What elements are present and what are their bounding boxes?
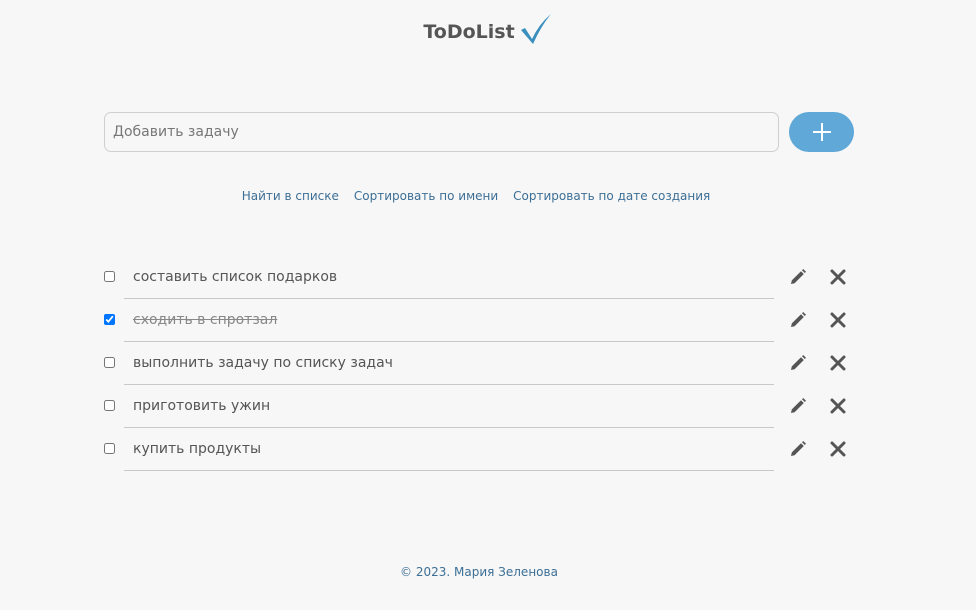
task-label: составить список подарков bbox=[133, 269, 338, 285]
pencil-icon bbox=[791, 312, 806, 327]
add-task-input[interactable] bbox=[104, 112, 779, 152]
checkmark-icon bbox=[520, 14, 551, 44]
edit-task-button[interactable] bbox=[788, 353, 808, 373]
delete-task-button[interactable] bbox=[828, 396, 848, 416]
pencil-icon bbox=[791, 441, 806, 456]
edit-task-button[interactable] bbox=[788, 396, 808, 416]
add-task-button[interactable] bbox=[789, 112, 854, 152]
add-task-form bbox=[104, 112, 854, 152]
task-row: составить список подарков bbox=[104, 256, 864, 299]
close-icon bbox=[830, 398, 846, 414]
footer-copyright: © 2023. Мария Зеленова bbox=[400, 565, 558, 579]
close-icon bbox=[830, 269, 846, 285]
task-label: сходить в спротзал bbox=[133, 312, 278, 328]
sort-by-name-link[interactable]: Сортировать по имени bbox=[354, 189, 498, 203]
edit-task-button[interactable] bbox=[788, 439, 808, 459]
plus-icon bbox=[812, 123, 831, 141]
app-title: ToDoList bbox=[423, 21, 515, 43]
delete-task-button[interactable] bbox=[828, 267, 848, 287]
task-checkbox[interactable] bbox=[104, 271, 115, 282]
task-row: приготовить ужин bbox=[104, 385, 864, 428]
task-label: выполнить задачу по списку задач bbox=[133, 355, 393, 371]
close-icon bbox=[830, 312, 846, 328]
task-checkbox[interactable] bbox=[104, 357, 115, 368]
task-row: купить продукты bbox=[104, 428, 864, 471]
task-label: приготовить ужин bbox=[133, 398, 271, 414]
task-row: выполнить задачу по списку задач bbox=[104, 342, 864, 385]
sort-by-date-link[interactable]: Сортировать по дате создания bbox=[513, 189, 710, 203]
task-checkbox[interactable] bbox=[104, 314, 115, 325]
task-list: составить список подарков сходить в спро… bbox=[104, 256, 864, 471]
delete-task-button[interactable] bbox=[828, 310, 848, 330]
task-divider bbox=[124, 470, 774, 471]
pencil-icon bbox=[791, 398, 806, 413]
list-actions: Найти в списке Сортировать по имени Сорт… bbox=[0, 189, 952, 203]
app-header: ToDoList bbox=[0, 6, 976, 46]
task-checkbox[interactable] bbox=[104, 443, 115, 454]
search-list-link[interactable]: Найти в списке bbox=[242, 189, 339, 203]
edit-task-button[interactable] bbox=[788, 267, 808, 287]
pencil-icon bbox=[791, 269, 806, 284]
delete-task-button[interactable] bbox=[828, 353, 848, 373]
task-row: сходить в спротзал bbox=[104, 299, 864, 342]
edit-task-button[interactable] bbox=[788, 310, 808, 330]
pencil-icon bbox=[791, 355, 806, 370]
delete-task-button[interactable] bbox=[828, 439, 848, 459]
task-label: купить продукты bbox=[133, 441, 262, 457]
close-icon bbox=[830, 441, 846, 457]
close-icon bbox=[830, 355, 846, 371]
task-checkbox[interactable] bbox=[104, 400, 115, 411]
